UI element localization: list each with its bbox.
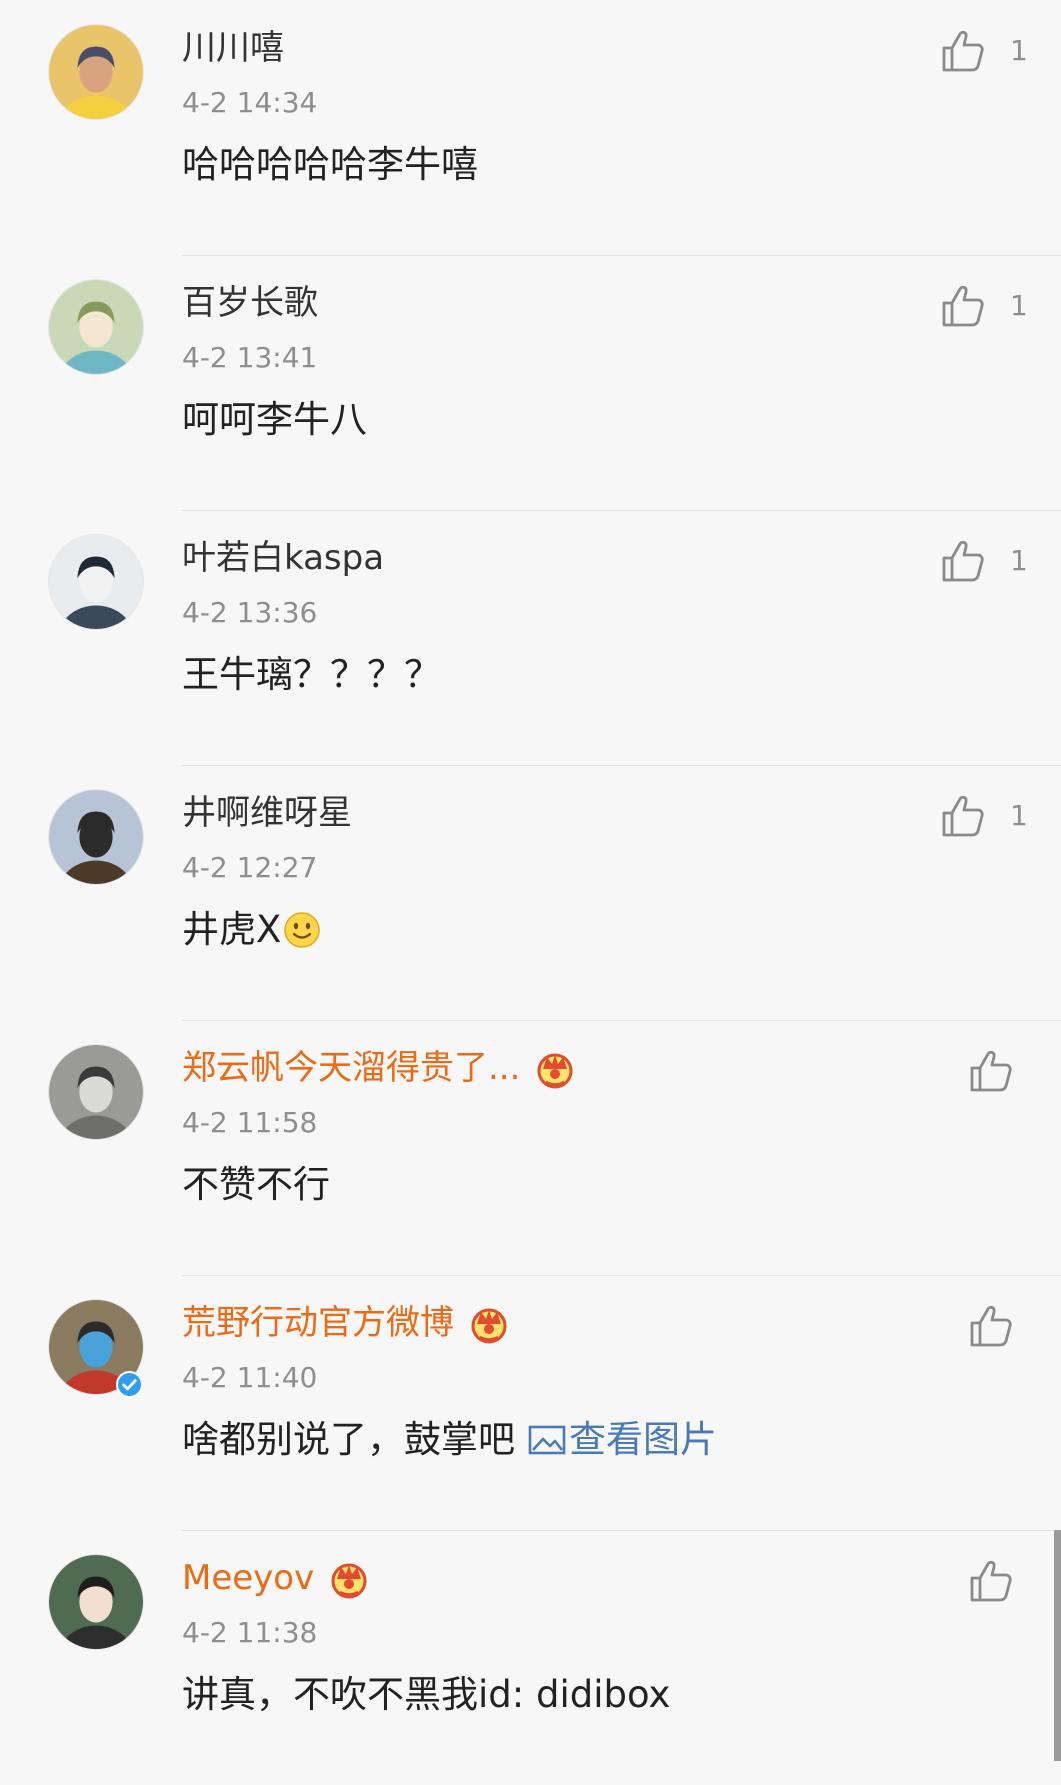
name-row: 郑云帆今天溜得贵了... [182, 1046, 576, 1090]
like-button[interactable] [968, 1048, 1014, 1094]
comment-item[interactable]: 郑云帆今天溜得贵了... 4-2 11:58 不赞不行 [0, 1020, 1061, 1275]
username[interactable]: 郑云帆今天溜得贵了... [182, 1046, 520, 1090]
name-row: 荒野行动官方微博 [182, 1301, 510, 1345]
comment-content: 啥都别说了，鼓掌吧 查看图片 [182, 1415, 717, 1465]
comment-text: 井虎X [182, 908, 282, 951]
smile-emoji-icon [283, 911, 321, 949]
avatar[interactable] [48, 534, 144, 630]
username[interactable]: 川川嘻 [182, 26, 284, 70]
comment-divider [182, 1020, 1061, 1021]
comment-content: 哈哈哈哈哈李牛嘻 [182, 140, 478, 190]
thumbs-up-icon [940, 793, 986, 839]
like-button[interactable]: 1 [940, 538, 1028, 584]
username[interactable]: 百岁长歌 [182, 281, 318, 325]
username[interactable]: Meeyov [182, 1556, 314, 1600]
thumbs-up-icon [940, 538, 986, 584]
comment-content: 讲真，不吹不黑我id: didibox [182, 1670, 670, 1720]
comment-time: 4-2 11:58 [182, 1106, 318, 1139]
avatar[interactable] [48, 1554, 144, 1650]
comment-text: 不赞不行 [182, 1163, 330, 1206]
name-row: 川川嘻 [182, 26, 284, 70]
comment-time: 4-2 11:38 [182, 1616, 318, 1649]
comment-time: 4-2 13:41 [182, 341, 318, 374]
comment-time: 4-2 11:40 [182, 1361, 318, 1394]
comment-content: 王牛璃？？？？ [182, 650, 441, 700]
avatar[interactable] [48, 789, 144, 885]
comment-divider [182, 765, 1061, 766]
verified-icon [116, 1371, 143, 1398]
comment-text: 呵呵李牛八 [182, 398, 367, 441]
comment-divider [182, 1530, 1061, 1531]
thumbs-up-icon [940, 283, 986, 329]
username[interactable]: 井啊维呀星 [182, 791, 352, 835]
comment-time: 4-2 14:34 [182, 86, 318, 119]
comment-item[interactable]: Meeyov 4-2 11:38 讲真，不吹不黑我id: didibox [0, 1530, 1061, 1785]
thumbs-up-icon [968, 1048, 1014, 1094]
username[interactable]: 叶若白kaspa [182, 536, 384, 580]
view-image-link[interactable]: 查看图片 [527, 1415, 717, 1465]
name-row: 井啊维呀星 [182, 791, 352, 835]
avatar[interactable] [48, 279, 144, 375]
name-row: 百岁长歌 [182, 281, 318, 325]
thumbs-up-icon [968, 1303, 1014, 1349]
comment-time: 4-2 13:36 [182, 596, 318, 629]
comment-item[interactable]: 井啊维呀星 4-2 12:27 井虎X 1 [0, 765, 1061, 1020]
name-row: 叶若白kaspa [182, 536, 384, 580]
like-button[interactable] [968, 1558, 1014, 1604]
like-count: 1 [1010, 34, 1028, 67]
comment-divider [182, 255, 1061, 256]
comment-time: 4-2 12:27 [182, 851, 318, 884]
image-icon [527, 1420, 567, 1460]
comment-content: 呵呵李牛八 [182, 395, 367, 445]
like-count: 1 [1010, 799, 1028, 832]
avatar[interactable] [48, 24, 144, 120]
like-count: 1 [1010, 289, 1028, 322]
crown-icon[interactable] [534, 1047, 576, 1089]
comment-text: 讲真，不吹不黑我id: didibox [182, 1673, 671, 1716]
comment-divider [182, 1275, 1061, 1276]
name-row: Meeyov [182, 1556, 370, 1600]
comment-text: 啥都别说了，鼓掌吧 [182, 1418, 515, 1461]
like-button[interactable]: 1 [940, 283, 1028, 329]
comment-item[interactable]: 川川嘻 4-2 14:34 哈哈哈哈哈李牛嘻 1 [0, 0, 1061, 255]
comment-divider [182, 510, 1061, 511]
comment-content: 井虎X [182, 905, 321, 955]
crown-icon[interactable] [468, 1302, 510, 1344]
comment-text: 哈哈哈哈哈李牛嘻 [182, 143, 478, 186]
scrollbar[interactable] [1054, 1530, 1061, 1761]
comment-item[interactable]: 百岁长歌 4-2 13:41 呵呵李牛八 1 [0, 255, 1061, 510]
username[interactable]: 荒野行动官方微博 [182, 1301, 454, 1345]
like-count: 1 [1010, 544, 1028, 577]
view-image-label: 查看图片 [569, 1418, 717, 1461]
thumbs-up-icon [968, 1558, 1014, 1604]
comment-item[interactable]: 荒野行动官方微博 4-2 11:40 啥都别说了，鼓掌吧 查看图片 [0, 1275, 1061, 1530]
like-button[interactable] [968, 1303, 1014, 1349]
like-button[interactable]: 1 [940, 793, 1028, 839]
crown-icon[interactable] [328, 1557, 370, 1599]
thumbs-up-icon [940, 28, 986, 74]
avatar[interactable] [48, 1044, 144, 1140]
like-button[interactable]: 1 [940, 28, 1028, 74]
comment-content: 不赞不行 [182, 1160, 330, 1210]
comment-text: 王牛璃？？？？ [182, 653, 441, 696]
comment-item[interactable]: 叶若白kaspa 4-2 13:36 王牛璃？？？？ 1 [0, 510, 1061, 765]
